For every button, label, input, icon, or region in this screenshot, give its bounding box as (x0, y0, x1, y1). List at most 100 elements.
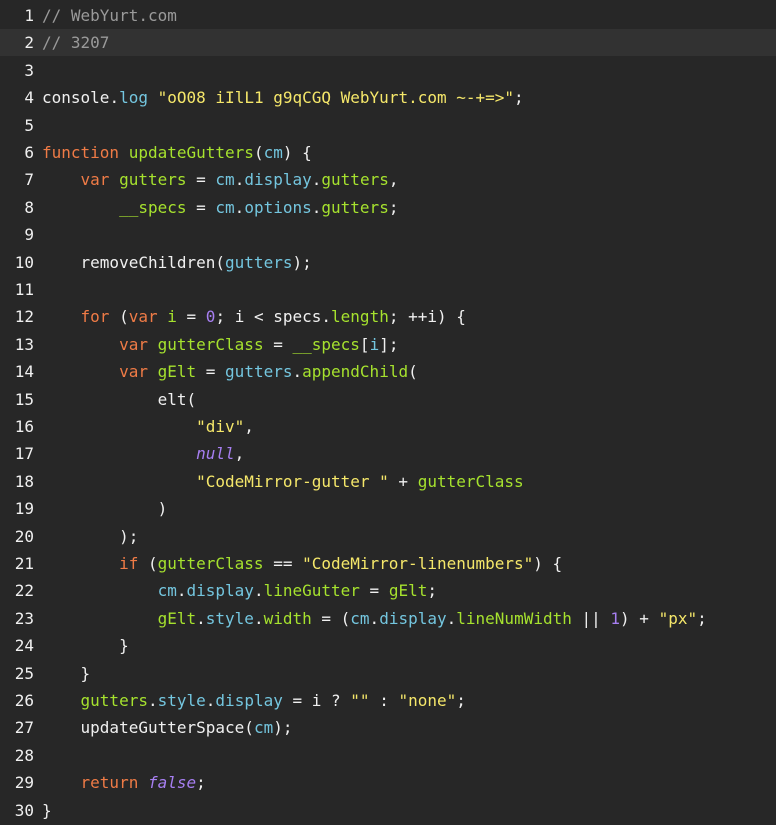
code-line[interactable]: 8 __specs = cm.options.gutters; (0, 194, 776, 221)
code-line[interactable]: 2 // 3207 (0, 29, 776, 57)
code-line[interactable]: 19 ) (0, 495, 776, 522)
code-line[interactable]: 10 removeChildren(gutters); (0, 249, 776, 276)
code-line[interactable]: 15 elt( (0, 386, 776, 413)
code-line[interactable]: 21 if (gutterClass == "CodeMirror-linenu… (0, 550, 776, 577)
code-token-property: style (205, 608, 254, 628)
code-token-plain: , (244, 417, 254, 436)
code-line[interactable]: 27 updateGutterSpace(cm); (0, 714, 776, 741)
code-token-plain: . (253, 608, 264, 628)
code-token-plain: = i ? (282, 691, 351, 710)
code-token-plain: ) (157, 499, 168, 519)
code-token-plain: ( (253, 143, 264, 162)
code-token-property: display (244, 170, 312, 190)
code-token-plain: = (186, 197, 216, 217)
line-number: 22 (14, 581, 34, 601)
code-token-property: style (157, 691, 206, 710)
code-line[interactable]: 25 } (0, 660, 776, 687)
code-text: cm.display.lineGutter = gElt; (42, 577, 437, 604)
code-token-plain: + (388, 471, 418, 491)
line-number: 10 (14, 252, 34, 272)
line-number: 12 (14, 307, 34, 327)
code-token-variable: width (263, 608, 312, 628)
code-text: var gutterClass = __specs[i]; (42, 331, 398, 358)
code-line[interactable]: 13 var gutterClass = __specs[i]; (0, 331, 776, 358)
code-line[interactable]: 26 gutters.style.display = i ? "" : "non… (0, 687, 776, 714)
code-token-variable: gutters (321, 197, 389, 217)
code-line[interactable]: 20 ); (0, 523, 776, 550)
code-token-plain: ); (119, 526, 139, 546)
code-token-plain: ( (244, 718, 254, 738)
code-line[interactable]: 4 console.log "oO08 iIlL1 g9qCGQ WebYurt.… (0, 84, 776, 111)
code-line[interactable]: 30} (0, 797, 776, 824)
code-token-keyword: var (128, 307, 158, 327)
code-token-plain: . (176, 581, 187, 601)
code-text: // 3207 (42, 29, 109, 56)
line-number: 4 (24, 88, 34, 108)
code-line[interactable]: 16 "div", (0, 413, 776, 440)
code-line[interactable]: 23 gElt.style.width = (cm.display.lineNu… (0, 605, 776, 632)
code-token-atom: null (196, 444, 235, 464)
code-line[interactable]: 9 (0, 221, 776, 248)
code-token-plain: , (234, 444, 245, 464)
code-token-plain: ) { (282, 143, 312, 162)
line-number: 28 (14, 745, 34, 765)
code-line[interactable]: 28 (0, 742, 776, 769)
code-token-keyword: var (80, 170, 110, 190)
code-token-plain: ]; (379, 334, 399, 354)
line-number: 26 (14, 691, 34, 710)
code-token-variable: gutters (119, 170, 187, 190)
code-token-plain: elt( (157, 389, 197, 409)
code-text: for (var i = 0; i < specs.length; ++i) { (42, 303, 466, 330)
code-line[interactable]: 22 cm.display.lineGutter = gElt; (0, 577, 776, 604)
code-line[interactable]: 3 (0, 57, 776, 84)
code-token-plain: [ (359, 334, 370, 354)
code-token-plain: ; (697, 608, 707, 628)
code-token-variable: gutterClass (157, 334, 264, 354)
code-token-plain: = (263, 334, 293, 354)
code-line[interactable]: 12 for (var i = 0; i < specs.length; ++i… (0, 303, 776, 330)
code-line[interactable]: 24 } (0, 632, 776, 659)
code-token-plain: ; (427, 581, 437, 601)
code-line[interactable]: 17 null, (0, 440, 776, 467)
code-text: gElt.style.width = (cm.display.lineNumWi… (42, 605, 707, 632)
line-number: 11 (14, 280, 34, 299)
code-token-plain: ; (456, 691, 466, 710)
line-number: 23 (14, 608, 34, 628)
code-token-plain: ; ++i) { (388, 307, 466, 327)
code-text: } (42, 632, 129, 659)
code-line[interactable]: 14 var gElt = gutters.appendChild( (0, 358, 776, 385)
code-line[interactable]: 29 return false; (0, 769, 776, 796)
code-token-property: display (186, 581, 254, 601)
code-token-property: cm (215, 197, 235, 217)
code-line[interactable]: 7 var gutters = cm.display.gutters, (0, 166, 776, 193)
line-number: 17 (14, 444, 34, 464)
code-line[interactable]: 6 function updateGutters(cm) { (0, 139, 776, 166)
code-line[interactable]: 18 "CodeMirror-gutter " + gutterClass (0, 468, 776, 495)
code-token-plain: . (311, 170, 322, 190)
code-token-plain: . (196, 608, 206, 628)
code-token-plain: . (253, 581, 264, 601)
line-number: 19 (14, 499, 34, 519)
line-number: 14 (14, 362, 34, 382)
code-token-variable: gElt (388, 581, 428, 601)
code-editor[interactable]: 1// WebYurt.com 2// 3207 3 4 console.log "oO… (0, 0, 776, 825)
code-token-keyword: return (80, 773, 139, 793)
line-number: 30 (14, 800, 34, 820)
code-line[interactable]: 5 (0, 112, 776, 139)
code-text: removeChildren(gutters); (42, 249, 312, 276)
code-token-plain: } (42, 800, 52, 820)
line-number: 8 (24, 197, 34, 217)
code-text: } (42, 660, 91, 687)
code-line[interactable]: 1 // WebYurt.com (0, 2, 776, 29)
code-line[interactable]: 11 (0, 276, 776, 303)
